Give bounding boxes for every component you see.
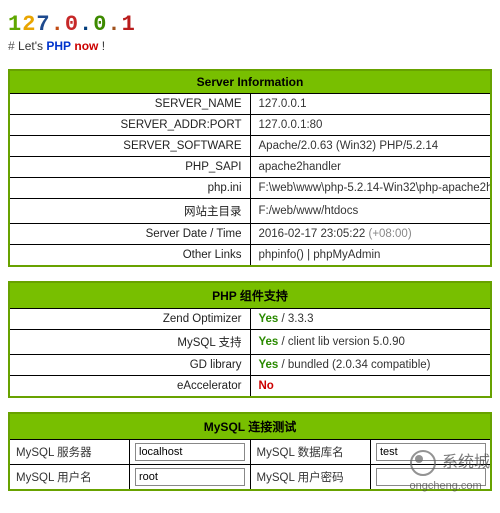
php-ext-value: Yes / client lib version 5.0.90 — [250, 330, 491, 355]
mysql-pass-label: MySQL 用户密码 — [250, 465, 371, 491]
status-badge: No — [259, 380, 274, 392]
server-info-value: apache2handler — [250, 157, 491, 178]
server-info-label: Server Date / Time — [9, 224, 250, 245]
php-ext-label: MySQL 支持 — [9, 330, 250, 355]
server-info-header: Server Information — [9, 70, 491, 94]
server-info-value: 127.0.0.1 — [250, 94, 491, 115]
php-ext-header: PHP 组件支持 — [9, 282, 491, 309]
server-info-value: 2016-02-17 23:05:22 (+08:00) — [250, 224, 491, 245]
status-badge: Yes — [259, 359, 279, 371]
title-char: 0 — [65, 12, 79, 37]
subtitle-hash: # — [8, 39, 15, 53]
subtitle-now: now — [74, 39, 98, 53]
php-ext-table: PHP 组件支持 Zend OptimizerYes / 3.3.3MySQL … — [8, 281, 492, 398]
status-badge: Yes — [259, 336, 279, 348]
mysql-db-input[interactable] — [376, 443, 486, 461]
subtitle-text: Let's — [18, 39, 43, 53]
page-title: 127.0.0.1 — [8, 12, 492, 37]
server-info-label: SERVER_NAME — [9, 94, 250, 115]
server-info-label: php.ini — [9, 178, 250, 199]
mysql-server-input[interactable] — [135, 443, 245, 461]
php-ext-value: No — [250, 376, 491, 398]
title-char: . — [107, 12, 121, 37]
status-badge: Yes — [259, 313, 279, 325]
server-info-value: F:\web\www\php-5.2.14-Win32\php-apache2h… — [250, 178, 491, 199]
title-char: 2 — [22, 12, 36, 37]
server-info-value: 127.0.0.1:80 — [250, 115, 491, 136]
server-info-value: Apache/2.0.63 (Win32) PHP/5.2.14 — [250, 136, 491, 157]
php-ext-label: Zend Optimizer — [9, 309, 250, 330]
php-ext-label: GD library — [9, 355, 250, 376]
server-info-link[interactable]: phpinfo() — [259, 249, 304, 261]
mysql-user-input[interactable] — [135, 468, 245, 486]
title-char: 1 — [122, 12, 136, 37]
title-char: 0 — [93, 12, 107, 37]
mysql-test-header: MySQL 连接测试 — [9, 413, 491, 440]
title-char: . — [51, 12, 65, 37]
php-ext-value: Yes / bundled (2.0.34 compatible) — [250, 355, 491, 376]
title-char: 7 — [36, 12, 50, 37]
mysql-test-table: MySQL 连接测试 MySQL 服务器 MySQL 数据库名 MySQL 用户… — [8, 412, 492, 491]
php-ext-value: Yes / 3.3.3 — [250, 309, 491, 330]
server-info-suffix: (+08:00) — [365, 228, 411, 240]
php-ext-label: eAccelerator — [9, 376, 250, 398]
mysql-server-label: MySQL 服务器 — [9, 440, 130, 465]
server-info-label: PHP_SAPI — [9, 157, 250, 178]
server-info-value: F:/web/www/htdocs — [250, 199, 491, 224]
title-char: . — [79, 12, 93, 37]
subtitle: # Let's PHP now ! — [8, 39, 492, 53]
subtitle-bang: ! — [102, 39, 105, 53]
mysql-pass-input[interactable] — [376, 468, 486, 486]
server-info-table: Server Information SERVER_NAME127.0.0.1S… — [8, 69, 492, 267]
server-info-label: Other Links — [9, 245, 250, 267]
mysql-user-label: MySQL 用户名 — [9, 465, 130, 491]
server-info-label: SERVER_SOFTWARE — [9, 136, 250, 157]
subtitle-php: PHP — [46, 39, 71, 53]
server-info-label: 网站主目录 — [9, 199, 250, 224]
server-info-label: SERVER_ADDR:PORT — [9, 115, 250, 136]
server-info-value: phpinfo() | phpMyAdmin — [250, 245, 491, 267]
mysql-db-label: MySQL 数据库名 — [250, 440, 371, 465]
server-info-link[interactable]: phpMyAdmin — [313, 249, 380, 261]
title-char: 1 — [8, 12, 22, 37]
